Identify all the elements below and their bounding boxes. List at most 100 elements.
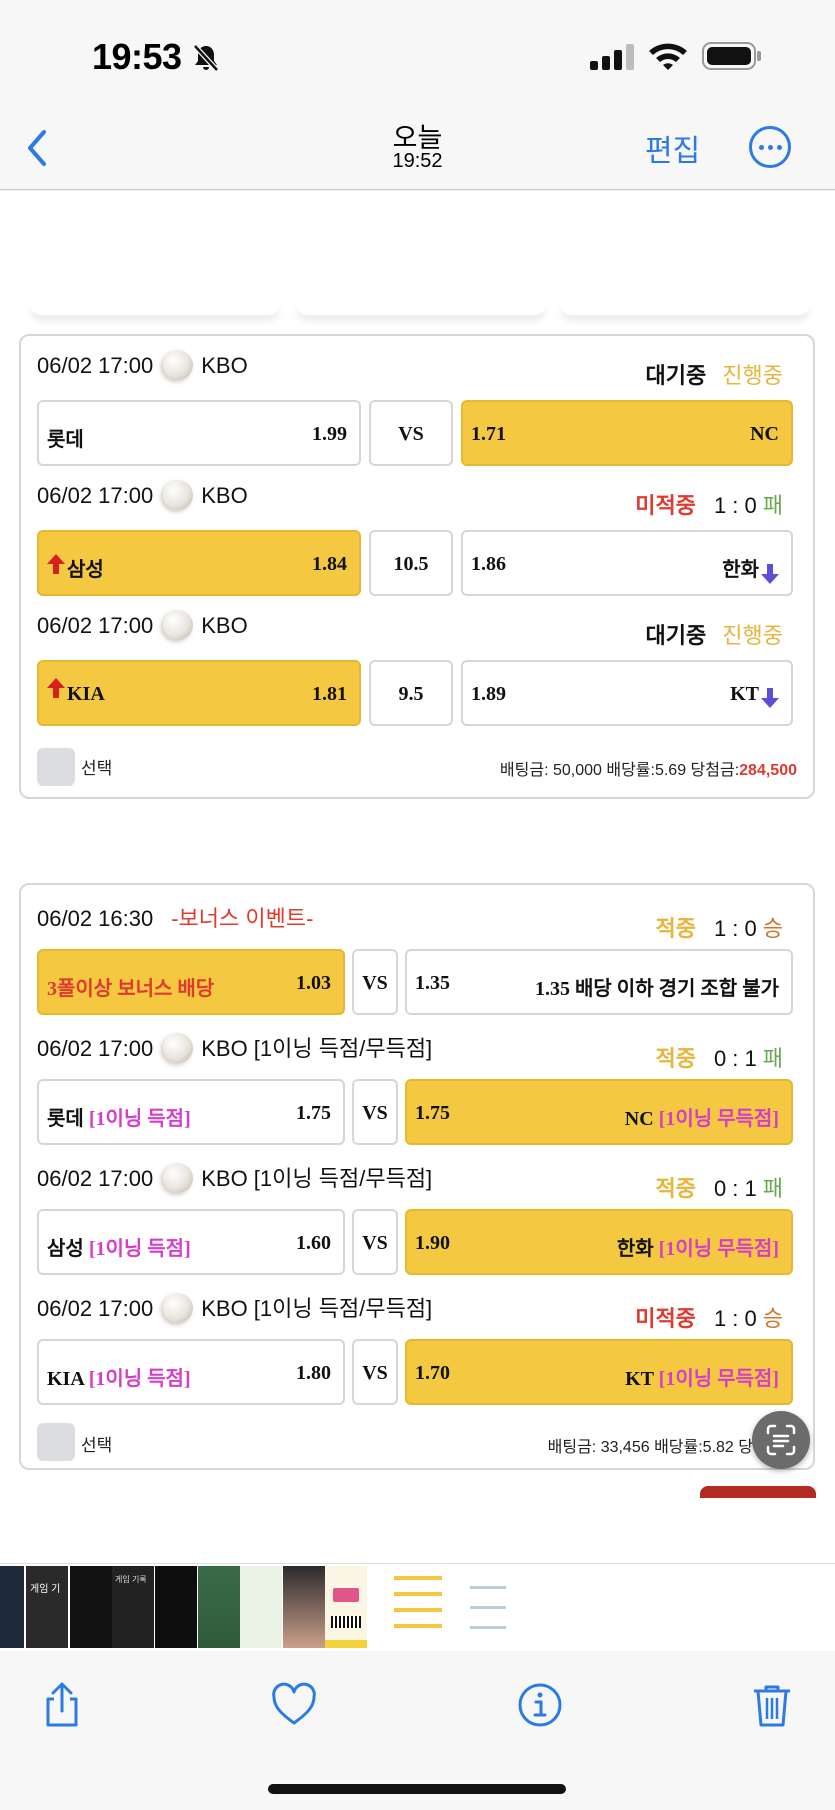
status-time: 19:53 bbox=[92, 36, 182, 77]
status-text-2: 진행중 bbox=[722, 623, 783, 648]
baseball-icon bbox=[163, 350, 194, 380]
status-text: 적중 bbox=[655, 1176, 696, 1201]
home-odds-button[interactable]: 삼성 [1이닝 득점] 1.60 bbox=[37, 1209, 345, 1275]
status-bar: 19:53 bbox=[0, 0, 835, 110]
home-odds-button[interactable]: 롯데 1.99 bbox=[37, 400, 361, 466]
home-odds-button[interactable]: 3폴이상 보너스 배당 1.03 bbox=[37, 949, 345, 1015]
mid-button[interactable]: VS bbox=[352, 1339, 398, 1405]
away-team: KT bbox=[625, 1368, 654, 1390]
home-odds: 1.03 bbox=[296, 972, 331, 994]
home-tag: [1이닝 득점] bbox=[88, 1368, 191, 1390]
baseball-icon bbox=[163, 610, 194, 640]
edit-button[interactable]: 편집 bbox=[645, 126, 700, 170]
game-datetime: 06/02 17:00 bbox=[37, 1296, 154, 1321]
status-text: 적중 bbox=[655, 1046, 696, 1071]
away-odds-button[interactable]: 1.70 KT [1이닝 무득점] bbox=[405, 1339, 793, 1405]
photo-thumbnail[interactable]: 게임 기록 bbox=[112, 1566, 154, 1648]
league-label: KBO [1이닝 득점/무득점] bbox=[201, 1296, 433, 1321]
game-header: 06/02 17:00 KBO [1이닝 득점/무득점] bbox=[37, 1291, 432, 1325]
win-amount: 284,500 bbox=[739, 762, 797, 779]
battery-icon bbox=[702, 42, 761, 70]
photo-thumbnail[interactable] bbox=[155, 1566, 197, 1648]
home-team: 삼성 bbox=[47, 1238, 84, 1260]
home-odds-button[interactable]: KIA 1.81 bbox=[37, 660, 361, 726]
live-text-scan-button[interactable] bbox=[752, 1411, 810, 1469]
away-tag: [1이닝 무득점] bbox=[658, 1238, 779, 1260]
status-text: 대기중 bbox=[645, 623, 707, 648]
game-header: 06/02 17:00 KBO bbox=[37, 350, 248, 386]
game-status: 미적중 1 : 0패 bbox=[635, 488, 783, 520]
home-team: KIA bbox=[47, 1368, 84, 1390]
game-datetime: 06/02 16:30 bbox=[37, 906, 154, 931]
game-datetime: 06/02 17:00 bbox=[37, 352, 154, 378]
home-odds-button[interactable]: 롯데 [1이닝 득점] 1.75 bbox=[37, 1079, 345, 1145]
photo-thumbnail[interactable] bbox=[283, 1566, 325, 1648]
game-score: 0 : 1 bbox=[713, 1046, 757, 1071]
bet-summary-text: 배팅금: 50,000 배당률:5.69 당첨금: bbox=[499, 762, 740, 779]
arrow-down-icon bbox=[761, 688, 779, 708]
game-header: 06/02 17:00 KBO [1이닝 득점/무득점] bbox=[37, 1161, 432, 1195]
home-team: 삼성 bbox=[67, 559, 104, 581]
home-odds-button[interactable]: 삼성 1.84 bbox=[37, 530, 361, 596]
away-team: 1.35 배당 이하 경기 조합 불가 bbox=[535, 978, 779, 1000]
home-team: 롯데 bbox=[47, 429, 84, 451]
more-options-icon[interactable] bbox=[749, 126, 791, 168]
mid-value: VS bbox=[362, 1232, 388, 1254]
thumbnail-strip[interactable]: 게임 기 게임 기록 bbox=[0, 1563, 835, 1651]
away-odds-button[interactable]: 1.89 KT bbox=[461, 660, 793, 726]
photo-thumbnail[interactable] bbox=[466, 1566, 510, 1648]
league-label: KBO bbox=[201, 612, 248, 638]
game-datetime: 06/02 17:00 bbox=[37, 1036, 154, 1061]
arrow-up-icon bbox=[47, 678, 65, 698]
home-tag: [1이닝 득점] bbox=[88, 1238, 191, 1260]
home-odds: 1.81 bbox=[312, 683, 347, 705]
photo-thumbnail[interactable] bbox=[325, 1566, 367, 1648]
home-odds: 1.99 bbox=[312, 423, 347, 445]
away-team: 한화 bbox=[722, 559, 759, 581]
game-result: 승 bbox=[762, 916, 783, 941]
heart-icon[interactable] bbox=[270, 1681, 318, 1729]
baseball-icon bbox=[163, 480, 194, 510]
nav-subtitle: 19:52 bbox=[392, 150, 443, 172]
away-odds-button[interactable]: 1.75 NC [1이닝 무득점] bbox=[405, 1079, 793, 1145]
arrow-down-icon bbox=[761, 564, 779, 584]
game-header: 06/02 17:00 KBO bbox=[37, 480, 248, 516]
away-odds: 1.35 bbox=[415, 972, 450, 994]
share-icon[interactable] bbox=[38, 1681, 86, 1729]
away-odds-button[interactable]: 1.86 한화 bbox=[461, 530, 793, 596]
away-odds-button[interactable]: 1.35 1.35 배당 이하 경기 조합 불가 bbox=[405, 949, 793, 1015]
mid-button[interactable]: 9.5 bbox=[369, 660, 453, 726]
game-status: 미적중 1 : 0승 bbox=[635, 1301, 783, 1333]
baseball-icon bbox=[163, 1163, 194, 1194]
photo-thumbnail[interactable] bbox=[0, 1566, 24, 1648]
home-odds: 1.60 bbox=[296, 1232, 331, 1254]
photo-thumbnail[interactable] bbox=[240, 1566, 282, 1648]
game-header: 06/02 16:30 -보너스 이벤트- bbox=[37, 901, 313, 935]
game-result: 패 bbox=[762, 1046, 783, 1071]
info-icon[interactable] bbox=[516, 1681, 564, 1729]
away-team: NC bbox=[750, 423, 779, 445]
mid-button[interactable]: VS bbox=[352, 1079, 398, 1145]
photo-thumbnail[interactable] bbox=[390, 1566, 446, 1648]
mid-button[interactable]: VS bbox=[352, 949, 398, 1015]
mid-button[interactable]: VS bbox=[369, 400, 453, 466]
mid-button[interactable]: 10.5 bbox=[369, 530, 453, 596]
photo-thumbnail[interactable] bbox=[70, 1566, 112, 1648]
select-checkbox[interactable] bbox=[37, 748, 75, 786]
game-result: 패 bbox=[762, 493, 783, 518]
away-odds-button[interactable]: 1.90 한화 [1이닝 무득점] bbox=[405, 1209, 793, 1275]
tab-shadow bbox=[296, 303, 546, 315]
home-team: 롯데 bbox=[47, 1108, 84, 1130]
bet-slip-2: 06/02 16:30 -보너스 이벤트- 적중 1 : 0승 3폴이상 보너스 배… bbox=[19, 883, 815, 1470]
photo-thumbnail[interactable] bbox=[198, 1566, 240, 1648]
trash-icon[interactable] bbox=[748, 1681, 796, 1729]
home-odds-button[interactable]: KIA [1이닝 득점] 1.80 bbox=[37, 1339, 345, 1405]
select-checkbox[interactable] bbox=[37, 1423, 75, 1461]
mid-button[interactable]: VS bbox=[352, 1209, 398, 1275]
game-status: 적중 0 : 1패 bbox=[655, 1171, 783, 1203]
tab-shadow bbox=[560, 303, 810, 315]
away-team: KT bbox=[730, 683, 759, 705]
photo-thumbnail[interactable]: 게임 기 bbox=[26, 1566, 68, 1648]
away-odds-button[interactable]: 1.71 NC bbox=[461, 400, 793, 466]
away-odds: 1.70 bbox=[415, 1362, 450, 1384]
